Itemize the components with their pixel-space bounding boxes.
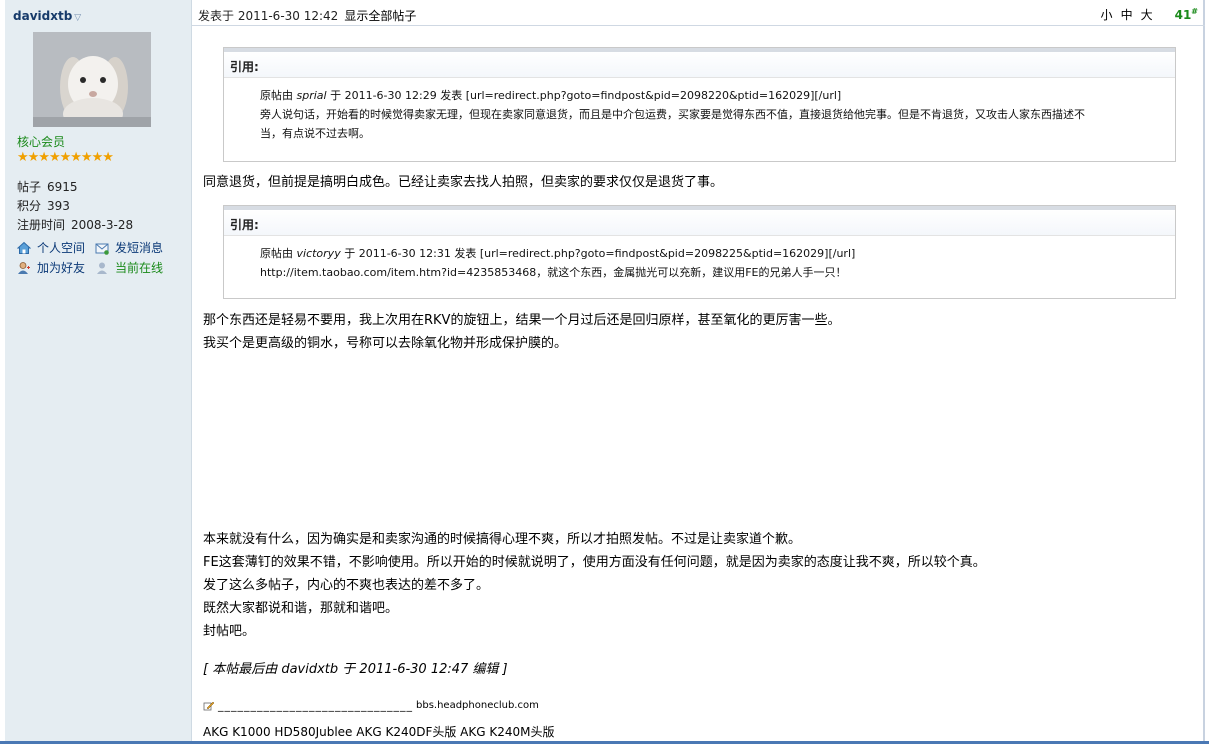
online-status-label: 当前在线 — [115, 261, 164, 275]
quote-author: sprial — [296, 89, 327, 102]
quote-author: victoryy — [296, 247, 341, 260]
stat-label: 积分 — [17, 199, 42, 213]
chevron-down-icon[interactable]: ▽ — [74, 13, 81, 23]
reply-line: 我买个是更高级的铜水，号称可以去除氧化物并形成保护膜的。 — [203, 336, 568, 351]
reply-line: 本来就没有什么，因为确实是和卖家沟通的时候搞得心理不爽，所以才拍照发帖。不过是让… — [203, 532, 802, 547]
reply-paragraph: 那个东西还是轻易不要用，我上次用在RKV的旋钮上，结果一个月过后还是回归原样，甚… — [203, 309, 840, 355]
user-online-icon — [97, 262, 107, 274]
font-size-medium-button[interactable]: 中 — [1121, 8, 1133, 22]
signature-divider: ______________________________ — [218, 699, 413, 712]
personal-space-link[interactable]: 个人空间 — [17, 239, 85, 256]
reply-paragraph: 本来就没有什么，因为确实是和卖家沟通的时候搞得心理不爽，所以才拍照发帖。不过是让… — [203, 528, 986, 643]
quote-line: http://item.taobao.com/item.htm?id=42358… — [260, 266, 847, 279]
online-status: 当前在线 — [95, 259, 163, 276]
stat-label: 帖子 — [17, 180, 42, 194]
personal-space-label[interactable]: 个人空间 — [37, 239, 85, 256]
stat-value: 6915 — [47, 180, 78, 194]
show-all-posts-link[interactable]: 显示全部帖子 — [344, 9, 416, 23]
quote-source: 原帖由 sprial 于 2011-6-30 12:29 发表 [url=red… — [260, 86, 1163, 105]
add-friend-icon — [18, 261, 30, 274]
stat-value: 2008-3-28 — [71, 218, 134, 232]
reply-line: 封帖吧。 — [203, 624, 256, 639]
quote-block: 引用: 原帖由 sprial 于 2011-6-30 12:29 发表 [url… — [223, 47, 1176, 162]
post-header: 发表于 2011-6-30 12:42 显示全部帖子 小中大 41# — [192, 0, 1205, 26]
font-size-small-button[interactable]: 小 — [1101, 8, 1113, 22]
author-sidebar: davidxtb▽ 核心会员 ★★★★★★★★★ 帖子 6915 积分 393 — [5, 0, 192, 744]
reply-line: 那个东西还是轻易不要用，我上次用在RKV的旋钮上，结果一个月过后还是回归原样，甚… — [203, 313, 841, 328]
quote-block: 引用: 原帖由 victoryy 于 2011-6-30 12:31 发表 [u… — [223, 205, 1176, 299]
reply-line: FE这套薄钉的效果不错，不影响使用。所以开始的时候就说明了，使用方面没有任何问题… — [203, 555, 986, 570]
forum-post: davidxtb▽ 核心会员 ★★★★★★★★★ 帖子 6915 积分 393 — [0, 0, 1205, 744]
add-friend-link[interactable]: 加为好友 — [17, 259, 85, 276]
edit-note-text: [ 本帖最后由 davidxtb 于 2011-6-30 12:47 编辑 ] — [203, 662, 508, 677]
username-text[interactable]: davidxtb — [13, 9, 72, 23]
author-username[interactable]: davidxtb ▽ — [13, 9, 81, 23]
rank-stars: ★★★★★★★★★ — [17, 150, 114, 165]
post-content-area: 发表于 2011-6-30 12:42 显示全部帖子 小中大 41# 引用: 原帖由… — [192, 0, 1205, 744]
floor-number-link[interactable]: 41# — [1167, 7, 1198, 22]
signature-gear: AKG K1000 HD580Jublee AKG K240DF头版 AKG K… — [203, 725, 555, 739]
stat-posts: 帖子 6915 — [17, 178, 78, 195]
avatar[interactable] — [33, 32, 151, 127]
stat-label: 注册时间 — [17, 218, 66, 232]
stat-value: 393 — [47, 199, 70, 213]
pencil-icon — [203, 701, 214, 711]
stat-points: 积分 393 — [17, 197, 70, 214]
reply-text: 同意退货，但前提是搞明白成色。已经让卖家去找人拍照，但卖家的要求仅仅是退货了事。 — [203, 175, 724, 190]
rabbit-avatar-image — [33, 32, 151, 127]
quote-prefix: 原帖由 — [260, 89, 297, 102]
member-group: 核心会员 — [17, 135, 66, 149]
quote-prefix: 原帖由 — [260, 247, 297, 260]
signature-line: ______________________________ bbs.headp… — [203, 699, 539, 712]
floor-mark: # — [1191, 7, 1198, 16]
quote-info: 于 2011-6-30 12:31 发表 [url=redirect.php?g… — [340, 247, 856, 260]
send-message-label[interactable]: 发短消息 — [115, 239, 163, 256]
add-friend-label[interactable]: 加为好友 — [37, 259, 85, 276]
floor-number[interactable]: 41 — [1175, 8, 1192, 22]
quote-line: 当，有点说不过去啊。 — [260, 127, 370, 140]
post-tools: 小中大 41# — [1093, 6, 1198, 23]
reply-line: 发了这么多帖子，内心的不爽也表达的差不多了。 — [203, 578, 490, 593]
quote-info: 于 2011-6-30 12:29 发表 [url=redirect.php?g… — [326, 89, 842, 102]
quote-line: 旁人说句话，开始看的时候觉得卖家无理，但现在卖家同意退货，而且是中介包运费，买家… — [260, 108, 1085, 121]
send-message-link[interactable]: 发短消息 — [95, 239, 163, 256]
quote-body: 原帖由 sprial 于 2011-6-30 12:29 发表 [url=red… — [224, 78, 1175, 143]
quote-source: 原帖由 victoryy 于 2011-6-30 12:31 发表 [url=r… — [260, 244, 1163, 263]
envelope-icon — [95, 243, 109, 255]
stat-register-date: 注册时间 2008-3-28 — [17, 216, 133, 233]
post-meta: 发表于 2011-6-30 12:42 显示全部帖子 — [198, 7, 416, 24]
quote-heading: 引用: — [224, 206, 1175, 236]
reply-line: 既然大家都说和谐，那就和谐吧。 — [203, 601, 399, 616]
quote-body: 原帖由 victoryy 于 2011-6-30 12:31 发表 [url=r… — [224, 236, 1175, 282]
post-timestamp: 发表于 2011-6-30 12:42 — [198, 9, 339, 23]
edit-note: [ 本帖最后由 davidxtb 于 2011-6-30 12:47 编辑 ] — [203, 658, 508, 677]
quote-heading: 引用: — [224, 48, 1175, 78]
home-icon — [17, 241, 31, 254]
signature-site: bbs.headphoneclub.com — [416, 700, 539, 711]
font-size-large-button[interactable]: 大 — [1141, 8, 1153, 22]
